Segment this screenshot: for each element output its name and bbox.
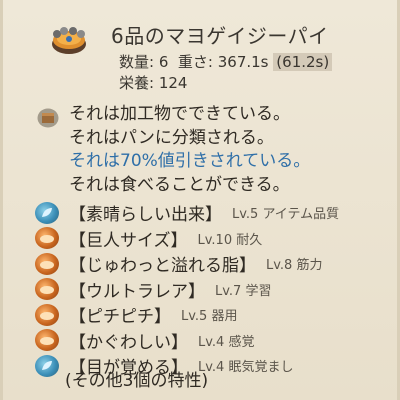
trait-level: Lv.4 感覚 [198,334,255,350]
trait-item: 【ピチピチ】 Lv.5 器用 [35,302,339,328]
bread-icon [35,329,59,352]
trait-level: Lv.5 器用 [181,309,238,325]
stats-row-2: 栄養: 124 [119,73,332,94]
nutrition-label: 栄養: 124 [119,74,188,92]
trait-name: 【巨人サイズ】 [69,230,188,251]
item-description: それは加工物でできている。 それはパンに分類される。 それは70%値引きされてい… [69,103,310,197]
bread-icon [35,227,59,250]
description-line: それは加工物でできている。 [69,104,290,124]
package-icon [37,108,59,128]
bread-icon [35,252,59,275]
trait-level: Lv.4 眠気覚まし [198,360,294,376]
trait-item: 【じゅわっと溢れる脂】 Lv.8 筋力 [35,251,339,277]
bread-icon [35,278,59,301]
description-line: それは食べることができる。 [69,174,290,195]
trait-item: 【かぐわしい】 Lv.4 感覚 [35,328,339,354]
weight-total: (61.2s) [273,53,333,71]
trait-name: 【素晴らしい出来】 [69,205,222,226]
pie-icon [52,27,86,54]
item-title: 6品のマヨゲイジーパイ [111,24,329,48]
description-line: それはパンに分類される。 [69,127,274,148]
trait-level: Lv.8 筋力 [266,258,323,274]
quantity-label: 数量: 6 [119,53,169,71]
leaf-icon [35,354,59,377]
trait-name: 【じゅわっと溢れる脂】 [69,256,256,277]
weight-label: 重さ: 367.1s [177,53,269,71]
item-tooltip: 6品のマヨゲイジーパイ 数量: 6 重さ: 367.1s (61.2s) 栄養:… [0,0,400,400]
trait-level: Lv.5 アイテム品質 [232,207,340,223]
item-stats: 数量: 6 重さ: 367.1s (61.2s) 栄養: 124 [119,52,333,94]
more-traits-label: (その他3個の特性) [65,371,209,391]
trait-item: 【ウルトラレア】 Lv.7 学習 [35,277,339,303]
leaf-icon [35,201,59,224]
discount-line: それは70%値引きされている。 [69,151,311,171]
trait-level: Lv.10 耐久 [197,232,263,248]
bread-icon [35,303,59,326]
stats-row-1: 数量: 6 重さ: 367.1s (61.2s) [119,52,333,73]
trait-level: Lv.7 学習 [215,283,272,299]
trait-name: 【かぐわしい】 [69,332,188,353]
trait-list: 【素晴らしい出来】 Lv.5 アイテム品質 【巨人サイズ】 Lv.10 耐久 【… [35,200,339,379]
trait-item: 【素晴らしい出来】 Lv.5 アイテム品質 [35,200,339,226]
trait-item: 【巨人サイズ】 Lv.10 耐久 [35,226,339,252]
trait-name: 【ウルトラレア】 [69,281,205,302]
trait-name: 【ピチピチ】 [69,307,171,328]
